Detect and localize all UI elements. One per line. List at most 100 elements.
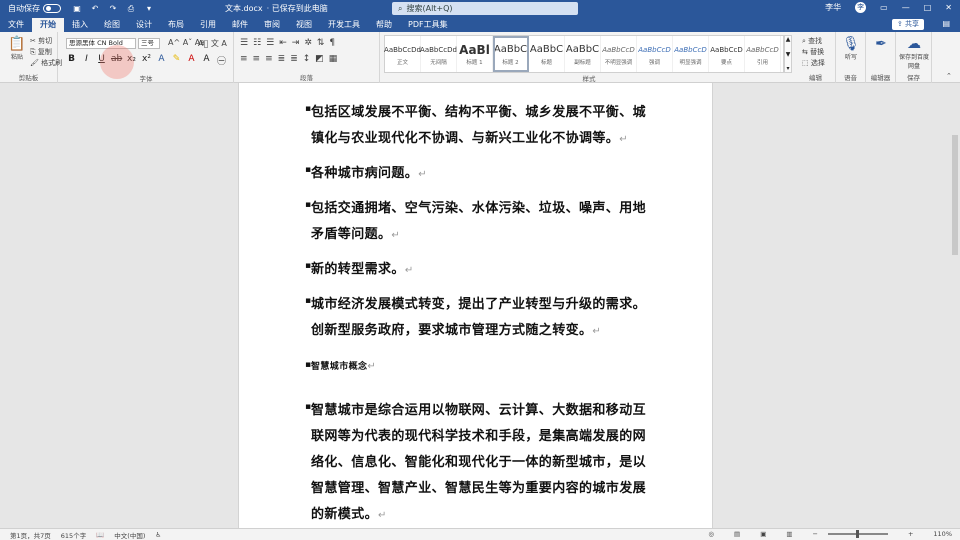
chevron-up-icon[interactable]: ▲ <box>786 36 791 43</box>
chevron-down-icon[interactable]: ▼ <box>786 51 791 58</box>
tab-9[interactable]: 视图 <box>288 18 320 32</box>
multilevel-list-icon[interactable]: ☰ <box>266 38 274 48</box>
chinese-layout-icon[interactable]: ✲ <box>304 38 312 48</box>
text-line[interactable]: 镇化与农业现代化不协调、与新兴工业化不协调等。↵ <box>311 127 628 146</box>
tab-12[interactable]: PDF工具集 <box>400 18 456 32</box>
close-icon[interactable]: ✕ <box>945 3 952 12</box>
word-count[interactable]: 615个字 <box>61 530 86 540</box>
text-line[interactable]: 各种城市病问题。↵ <box>311 162 427 181</box>
editor-button[interactable]: ✒ <box>866 36 896 52</box>
save-icon[interactable]: ▣ <box>71 4 83 14</box>
bold-button[interactable]: B <box>66 54 77 67</box>
accessibility-icon[interactable]: ♿ <box>155 531 161 539</box>
comments-icon[interactable]: ▤ <box>942 19 950 28</box>
focus-icon[interactable]: ◎ <box>708 530 714 538</box>
text-line[interactable]: 创新型服务政府，要求城市管理方式随之转变。↵ <box>311 319 601 338</box>
text-line[interactable]: 的新模式。↵ <box>311 503 387 522</box>
style-item[interactable]: AaBbC 标题 2 <box>493 36 529 72</box>
read-mode-icon[interactable]: ▤ <box>734 530 740 538</box>
zoom-out-icon[interactable]: − <box>813 530 818 538</box>
maximize-icon[interactable]: □ <box>924 3 932 12</box>
cut-button[interactable]: ✂ 剪切 <box>30 36 52 46</box>
increase-indent-icon[interactable]: ⇥ <box>292 38 300 48</box>
font-size-select[interactable]: 三号 <box>138 38 160 49</box>
text-line[interactable]: 联网等为代表的现代科学技术和手段，是集高端发展的网 <box>311 425 646 444</box>
document-page[interactable]: ▪ 包括区域发展不平衡、结构不平衡、城乡发展不平衡、城 镇化与农业现代化不协调、与新… <box>238 83 713 528</box>
tab-7[interactable]: 邮件 <box>224 18 256 32</box>
text-line[interactable]: 城市经济发展模式转变，提出了产业转型与升级的需求。 <box>311 293 646 312</box>
copy-button[interactable]: ⎘ 复制 <box>30 47 52 57</box>
replace-button[interactable]: ⇆ 替换 <box>802 47 824 57</box>
numbering-icon[interactable]: ☷ <box>253 38 261 48</box>
proofing-icon[interactable]: 📖 <box>96 531 104 539</box>
save-cloud-button[interactable]: ☁ 保存到百度网盘 <box>899 36 929 70</box>
tab-1[interactable]: 开始 <box>32 18 64 32</box>
align-left-icon[interactable]: ≡ <box>240 54 248 64</box>
autosave-toggle[interactable] <box>43 4 61 13</box>
print-icon[interactable]: ⎙ <box>125 4 137 14</box>
minimize-icon[interactable]: — <box>902 3 910 12</box>
font-color-icon[interactable]: A <box>186 54 197 67</box>
customize-qat-icon[interactable]: ▾ <box>143 4 155 14</box>
shading-icon[interactable]: ◩ <box>315 54 324 64</box>
show-marks-icon[interactable]: ¶ <box>329 38 335 48</box>
document-canvas[interactable]: ▪ 包括区域发展不平衡、结构不平衡、城乡发展不平衡、城 镇化与农业现代化不协调、与新… <box>0 83 960 528</box>
scroll-thumb[interactable] <box>952 135 958 255</box>
text-line[interactable]: 智慧管理、智慧产业、智慧民生等为重要内容的城市发展 <box>311 477 646 496</box>
sort-icon[interactable]: ⇅ <box>317 38 325 48</box>
style-item[interactable]: AaBbCcD 引用 <box>745 36 781 72</box>
search-box[interactable]: ⌕ 搜索(Alt+Q) <box>392 2 578 15</box>
zoom-in-icon[interactable]: + <box>908 530 913 538</box>
styles-scroll[interactable]: ▲ ▼ ▾ <box>784 35 792 73</box>
style-item[interactable]: AaBbCcDd 正文 <box>384 36 421 72</box>
language[interactable]: 中文(中国) <box>114 530 145 540</box>
user-name[interactable]: 李华 <box>825 2 841 13</box>
undo-icon[interactable]: ↶ <box>89 4 101 14</box>
avatar[interactable]: 李 <box>855 2 867 13</box>
style-item[interactable]: AaBbCcDd 无间隔 <box>420 36 457 72</box>
dictate-button[interactable]: 🎙 听写 <box>836 36 866 61</box>
style-item[interactable]: AaBl 标题 1 <box>457 36 493 72</box>
clear-format-button[interactable]: A⃠ 文 A <box>198 38 227 49</box>
tab-5[interactable]: 布局 <box>160 18 192 32</box>
text-line[interactable]: 络化、信息化、智能化和现代化于一体的新型城市，是以 <box>311 451 646 470</box>
web-layout-icon[interactable]: ▥ <box>786 530 792 538</box>
redo-icon[interactable]: ↷ <box>107 4 119 14</box>
text-line[interactable]: 包括区域发展不平衡、结构不平衡、城乡发展不平衡、城 <box>311 101 646 120</box>
vertical-scrollbar[interactable] <box>952 85 958 525</box>
zoom-slider[interactable] <box>827 530 888 538</box>
bullets-icon[interactable]: ☰ <box>240 38 248 48</box>
superscript-button[interactable]: x² <box>141 54 152 67</box>
center-icon[interactable]: ≡ <box>253 54 261 64</box>
print-layout-icon[interactable]: ▣ <box>760 530 766 538</box>
align-right-icon[interactable]: ≡ <box>265 54 273 64</box>
distributed-icon[interactable]: ≣ <box>290 54 298 64</box>
find-button[interactable]: ⌕ 查找 <box>802 36 822 46</box>
line-spacing-icon[interactable]: ↕ <box>303 54 311 64</box>
tab-3[interactable]: 绘图 <box>96 18 128 32</box>
text-line[interactable]: 新的转型需求。↵ <box>311 258 414 277</box>
zoom-level[interactable]: 110% <box>933 530 952 538</box>
highlight-icon[interactable]: ✎ <box>171 54 182 67</box>
enclose-char-icon[interactable]: ㊀ <box>216 54 227 67</box>
style-item[interactable]: AaBbCcD 要点 <box>709 36 745 72</box>
borders-icon[interactable]: ▦ <box>329 54 338 64</box>
style-item[interactable]: AaBbC 副标题 <box>565 36 601 72</box>
style-item[interactable]: AaBbCcD 明显强调 <box>673 36 709 72</box>
char-shading-icon[interactable]: A <box>201 54 212 67</box>
style-item[interactable]: AaBbC 标题 <box>529 36 565 72</box>
text-effects-icon[interactable]: A <box>156 54 167 67</box>
select-button[interactable]: ⬚ 选择 <box>802 58 825 68</box>
paste-button[interactable]: 📋 粘贴 <box>2 36 32 61</box>
tab-8[interactable]: 审阅 <box>256 18 288 32</box>
text-line[interactable]: 矛盾等问题。↵ <box>311 223 400 242</box>
text-line[interactable]: 智慧城市概念↵ <box>311 359 376 372</box>
document-title[interactable]: 文本.docx · 已保存到此电脑 <box>225 3 328 14</box>
collapse-ribbon-icon[interactable]: ⌃ <box>946 72 952 80</box>
page-count[interactable]: 第1页，共7页 <box>10 530 51 540</box>
tab-10[interactable]: 开发工具 <box>320 18 368 32</box>
style-item[interactable]: AaBbCcD 强调 <box>637 36 673 72</box>
tab-11[interactable]: 帮助 <box>368 18 400 32</box>
style-item[interactable]: AaBbCcD 不明显强调 <box>601 36 637 72</box>
decrease-indent-icon[interactable]: ⇤ <box>279 38 287 48</box>
